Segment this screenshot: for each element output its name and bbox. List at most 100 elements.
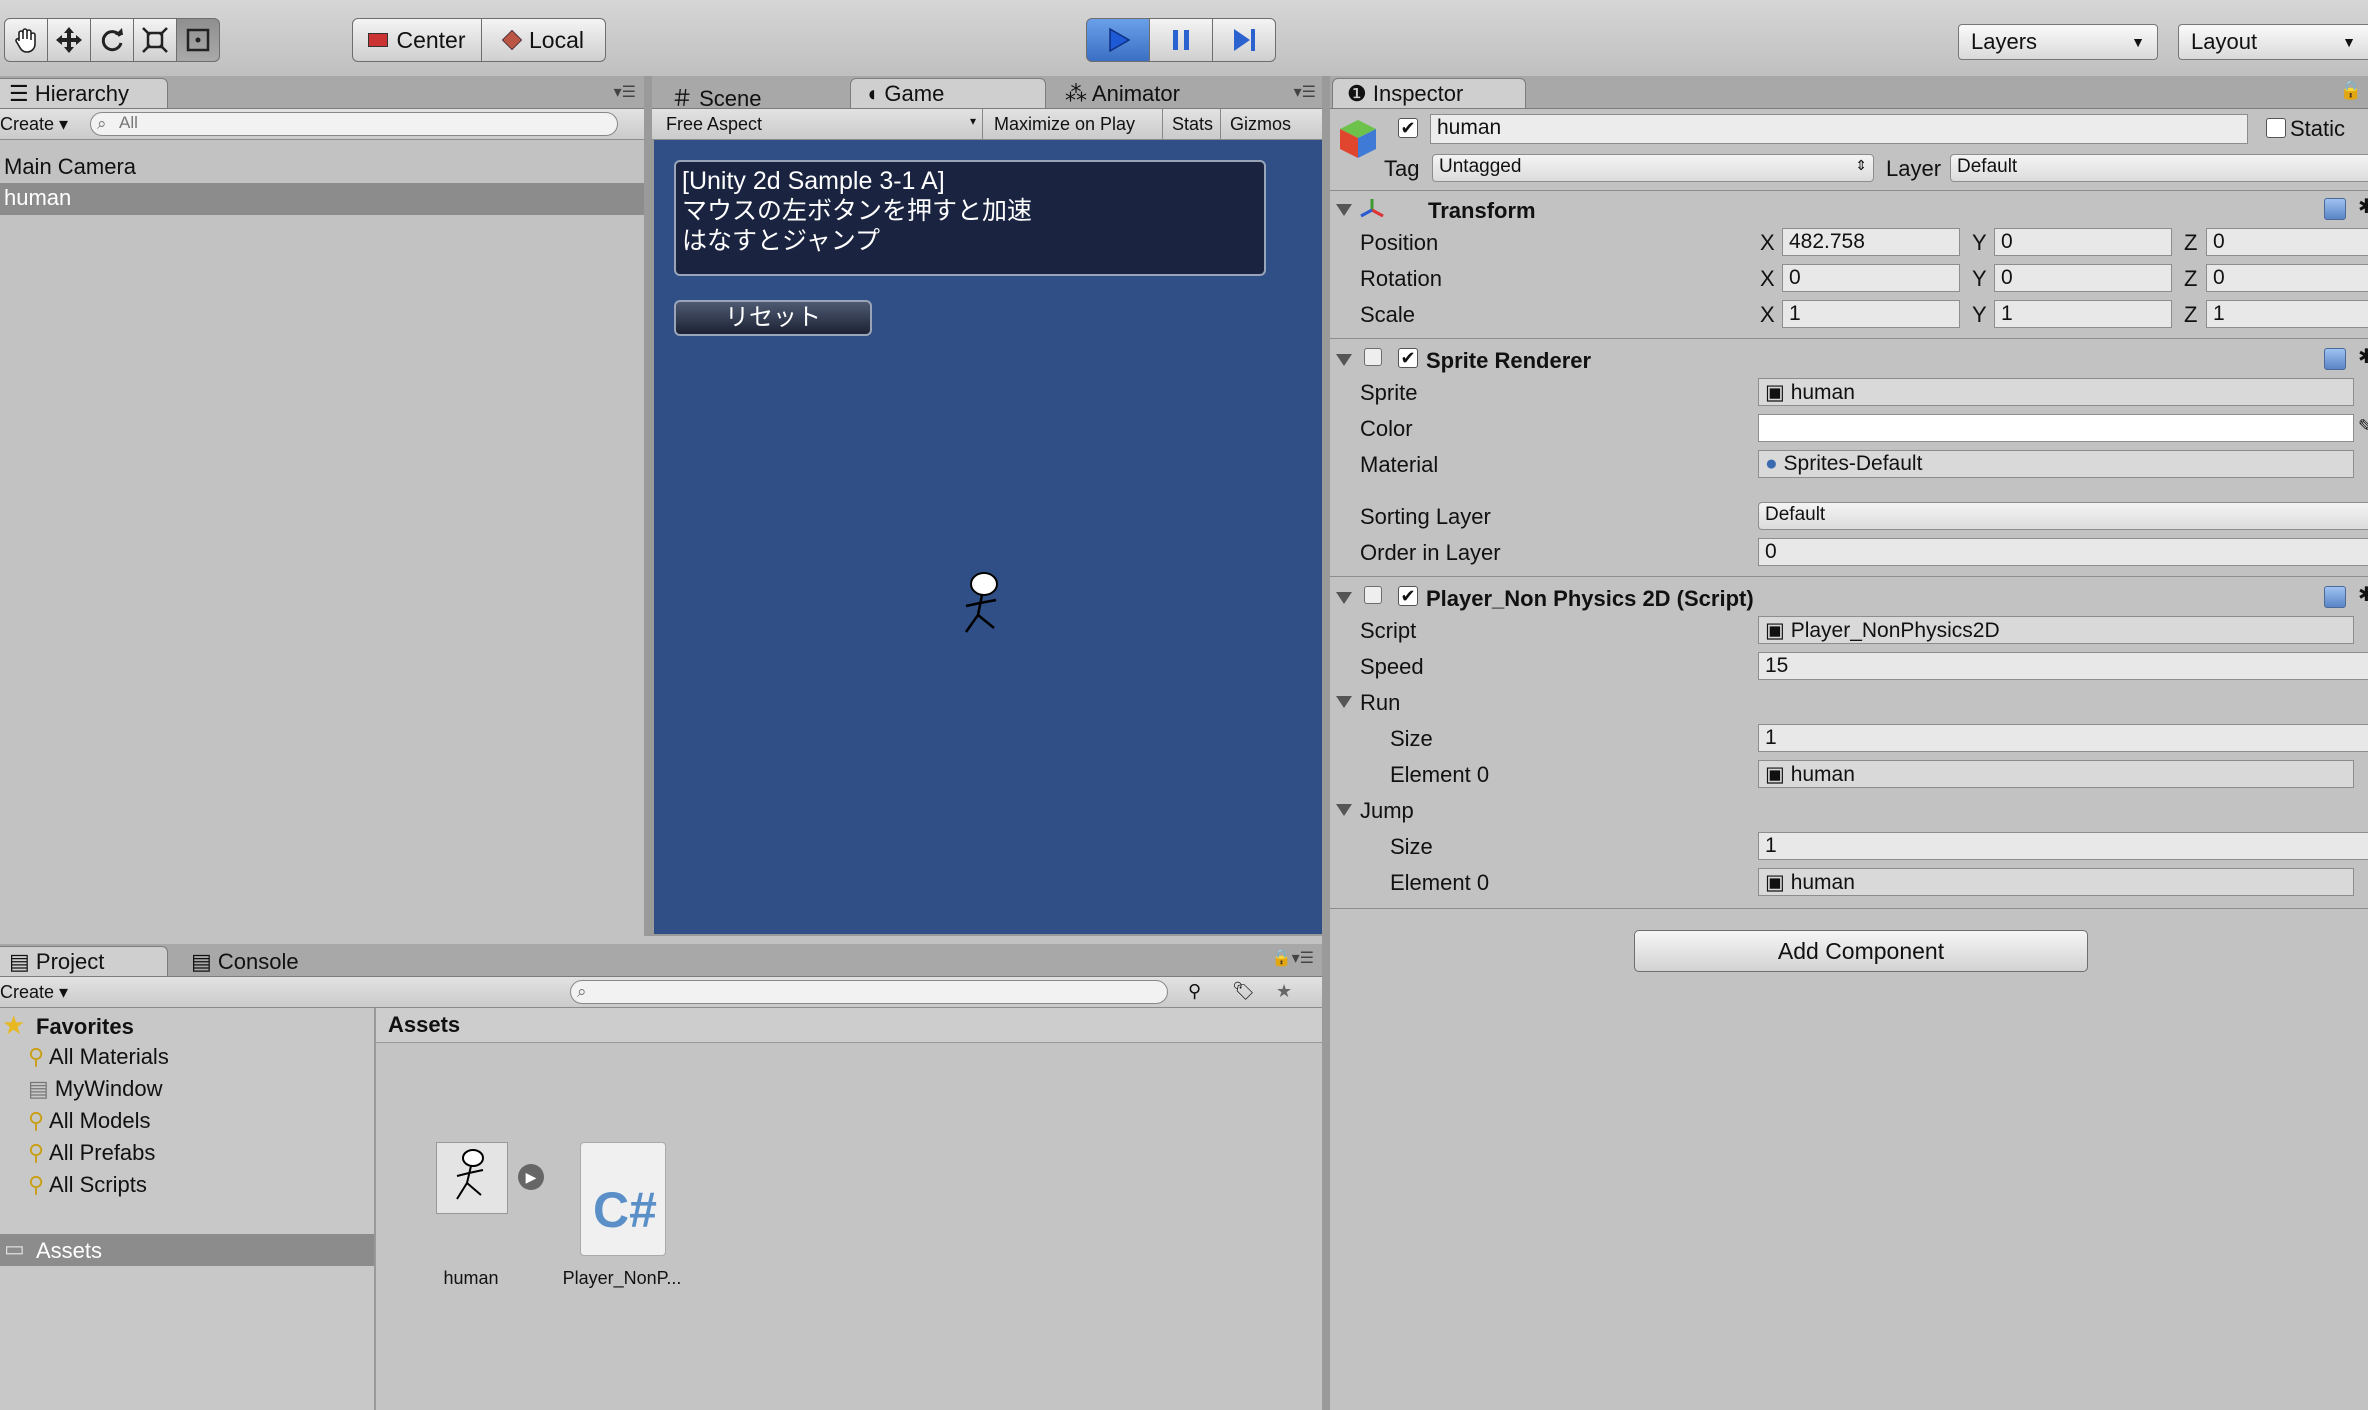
- favorite-item-mywindow[interactable]: ▤ MyWindow: [28, 1076, 162, 1102]
- scale-tool-button[interactable]: [133, 18, 177, 62]
- tag-dropdown[interactable]: Untagged ⇕: [1432, 154, 1874, 182]
- run-size-field[interactable]: 1: [1758, 724, 2368, 752]
- tab-hierarchy[interactable]: ☰ Hierarchy: [0, 78, 168, 108]
- scale-y-field[interactable]: 1: [1994, 300, 2172, 328]
- layer-dropdown[interactable]: Default: [1950, 154, 2368, 182]
- project-search-input[interactable]: ⌕: [570, 980, 1168, 1004]
- pivot-center-button[interactable]: Center: [352, 18, 482, 62]
- move-tool-button[interactable]: [47, 18, 91, 62]
- space-local-button[interactable]: Local: [481, 18, 606, 62]
- position-x-field[interactable]: 482.758: [1782, 228, 1960, 256]
- play-button[interactable]: [1086, 18, 1150, 62]
- asset-thumbnail-human[interactable]: [436, 1142, 508, 1214]
- script-enabled-checkbox[interactable]: ✔: [1398, 586, 1418, 606]
- asset-thumbnail-script[interactable]: C#: [580, 1142, 666, 1256]
- gizmos-dropdown[interactable]: Gizmos: [1222, 109, 1322, 139]
- favorite-item-all-materials[interactable]: ⚲ All Materials: [28, 1044, 169, 1070]
- csharp-script-icon: C#: [593, 1182, 657, 1238]
- sorting-layer-dropdown[interactable]: Default: [1758, 502, 2368, 530]
- static-checkbox[interactable]: [2266, 118, 2286, 138]
- foldout-arrow-icon[interactable]: [1336, 204, 1352, 216]
- hand-tool-button[interactable]: [4, 18, 48, 62]
- favorite-item-all-prefabs[interactable]: ⚲ All Prefabs: [28, 1140, 155, 1166]
- step-button[interactable]: [1212, 18, 1276, 62]
- sprite-asset-icon: ▣: [1765, 763, 1791, 786]
- help-book-icon[interactable]: [2324, 586, 2346, 608]
- foldout-arrow-icon[interactable]: [1336, 592, 1352, 604]
- jump-element-object-field[interactable]: ▣ human: [1758, 868, 2354, 896]
- lock-icon[interactable]: 🔒▾☰: [1272, 948, 1314, 968]
- updown-icon: ⇕: [1855, 157, 1867, 173]
- search-icon: ⌕: [577, 982, 587, 1001]
- rect-tool-button[interactable]: [176, 18, 220, 62]
- rotation-x-field[interactable]: 0: [1782, 264, 1960, 292]
- material-object-field[interactable]: ● Sprites-Default: [1758, 450, 2354, 478]
- color-field[interactable]: [1758, 414, 2354, 442]
- order-in-layer-field[interactable]: 0: [1758, 538, 2368, 566]
- script-object-field[interactable]: ▣ Player_NonPhysics2D: [1758, 616, 2354, 644]
- speed-field[interactable]: 15: [1758, 652, 2368, 680]
- aspect-dropdown[interactable]: Free Aspect ▾: [658, 109, 983, 139]
- panel-splitter[interactable]: [1322, 76, 1330, 1410]
- help-book-icon[interactable]: [2324, 198, 2346, 220]
- foldout-arrow-icon[interactable]: [1336, 354, 1352, 366]
- create-label: Create: [0, 114, 55, 134]
- object-name-field[interactable]: human: [1430, 114, 2248, 144]
- hierarchy-create-button[interactable]: Create ▾: [0, 114, 68, 135]
- help-book-icon[interactable]: [2324, 348, 2346, 370]
- eyedropper-icon[interactable]: ✎: [2358, 416, 2368, 437]
- maximize-on-play-toggle[interactable]: Maximize on Play: [988, 109, 1163, 139]
- foldout-arrow-icon[interactable]: [1336, 804, 1352, 816]
- sprite-renderer-enabled-checkbox[interactable]: ✔: [1398, 348, 1418, 368]
- favorite-item-all-models[interactable]: ⚲ All Models: [28, 1108, 151, 1134]
- tab-scene[interactable]: ＃ Scene: [656, 78, 846, 111]
- lock-icon[interactable]: 🔒: [2340, 80, 2362, 101]
- layout-dropdown[interactable]: Layout ▼: [2178, 24, 2368, 60]
- expand-sprite-arrow-icon[interactable]: ▶: [518, 1164, 544, 1190]
- hierarchy-item-main-camera[interactable]: Main Camera: [4, 154, 136, 180]
- sprite-object-field[interactable]: ▣ human: [1758, 378, 2354, 406]
- project-tabbar: ▤ Project ▤ Console 🔒▾☰: [0, 944, 1322, 977]
- game-canvas[interactable]: [Unity 2d Sample 3-1 A] マウスの左ボタンを押すと加速 は…: [654, 140, 1322, 934]
- position-y-field[interactable]: 0: [1994, 228, 2172, 256]
- hierarchy-search-input[interactable]: ⌕ All: [90, 112, 618, 136]
- jump-label: Jump: [1360, 798, 1414, 823]
- gear-icon[interactable]: ✱: [2358, 194, 2368, 219]
- rotate-tool-button[interactable]: [90, 18, 134, 62]
- scale-x-field[interactable]: 1: [1782, 300, 1960, 328]
- project-create-button[interactable]: Create ▾: [0, 982, 68, 1003]
- run-element-object-field[interactable]: ▣ human: [1758, 760, 2354, 788]
- pause-button[interactable]: [1149, 18, 1213, 62]
- hierarchy-item-human[interactable]: human: [0, 183, 644, 215]
- gear-icon[interactable]: ✱: [2358, 582, 2368, 607]
- add-component-button[interactable]: Add Component: [1634, 930, 2088, 972]
- active-checkbox[interactable]: ✔: [1398, 118, 1418, 138]
- rotation-y-field[interactable]: 0: [1994, 264, 2172, 292]
- tab-project[interactable]: ▤ Project: [0, 946, 168, 976]
- panel-menu-icon[interactable]: ▾☰: [1294, 82, 1316, 102]
- panel-menu-icon[interactable]: ▾☰: [614, 82, 636, 102]
- filter-by-type-icon[interactable]: ⚲: [1188, 981, 1201, 1002]
- scale-z-field[interactable]: 1: [2206, 300, 2368, 328]
- stats-toggle[interactable]: Stats: [1164, 109, 1221, 139]
- gear-icon[interactable]: ✱: [2358, 344, 2368, 369]
- folder-item-assets[interactable]: ▭ Assets: [0, 1234, 374, 1266]
- sprite-renderer-icon: [1364, 348, 1382, 366]
- tab-console[interactable]: ▤ Console: [176, 946, 336, 976]
- rotation-z-field[interactable]: 0: [2206, 264, 2368, 292]
- run-element-value: human: [1790, 763, 1855, 786]
- tab-animator[interactable]: ⁂ Animator: [1050, 78, 1240, 108]
- layers-dropdown[interactable]: Layers ▼: [1958, 24, 2158, 60]
- tab-game[interactable]: ◖ Game: [850, 78, 1046, 108]
- tab-inspector[interactable]: ❶ Inspector: [1332, 78, 1526, 108]
- axis-y-label: Y: [1972, 266, 1987, 291]
- position-z-field[interactable]: 0: [2206, 228, 2368, 256]
- jump-size-field[interactable]: 1: [1758, 832, 2368, 860]
- position-label: Position: [1360, 230, 1439, 255]
- star-icon[interactable]: ★: [1276, 981, 1292, 1002]
- filter-by-label-icon[interactable]: 🏷: [1232, 981, 1255, 1002]
- favorite-item-all-scripts[interactable]: ⚲ All Scripts: [28, 1172, 147, 1198]
- reset-button[interactable]: リセット: [674, 300, 872, 336]
- foldout-arrow-icon[interactable]: [1336, 696, 1352, 708]
- panel-splitter[interactable]: [644, 76, 652, 936]
